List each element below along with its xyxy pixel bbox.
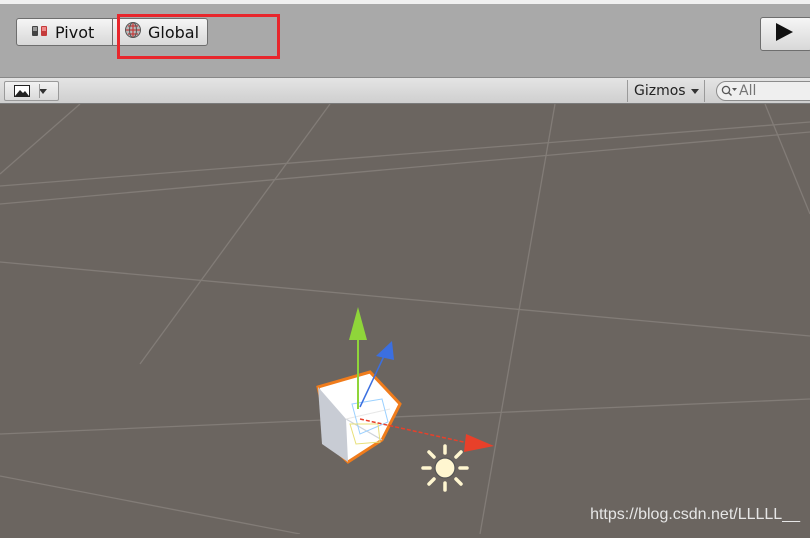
pivot-toggle-button[interactable]: Pivot (16, 18, 113, 46)
watermark: https://blog.csdn.net/LLLLL__ (590, 506, 800, 523)
scene-canvas (0, 103, 810, 535)
pivot-label: Pivot (55, 22, 95, 42)
pivot-icon (31, 23, 49, 42)
y-axis-handle (349, 307, 367, 340)
scene-grid (0, 103, 810, 535)
search-icon (721, 85, 737, 97)
top-toolbar: Pivot Global (0, 0, 810, 77)
scene-view-toolbar: Gizmos (0, 77, 810, 104)
divider (39, 84, 40, 98)
play-icon (774, 22, 794, 46)
play-button[interactable] (760, 17, 810, 51)
z-axis-handle (376, 341, 394, 360)
dropdown-icon (39, 88, 47, 94)
highlight-annotation (117, 14, 280, 59)
dropdown-icon (690, 88, 699, 94)
gizmos-dropdown[interactable]: Gizmos (627, 80, 705, 102)
search-input[interactable] (737, 83, 809, 99)
gizmos-label: Gizmos (634, 83, 686, 99)
render-mode-button[interactable] (4, 81, 59, 101)
hierarchy-search[interactable] (716, 81, 810, 101)
x-axis-handle (464, 434, 494, 452)
scene-viewport[interactable]: https://blog.csdn.net/LLLLL__ (0, 103, 810, 535)
light-icon (421, 444, 469, 492)
image-icon (14, 85, 30, 97)
